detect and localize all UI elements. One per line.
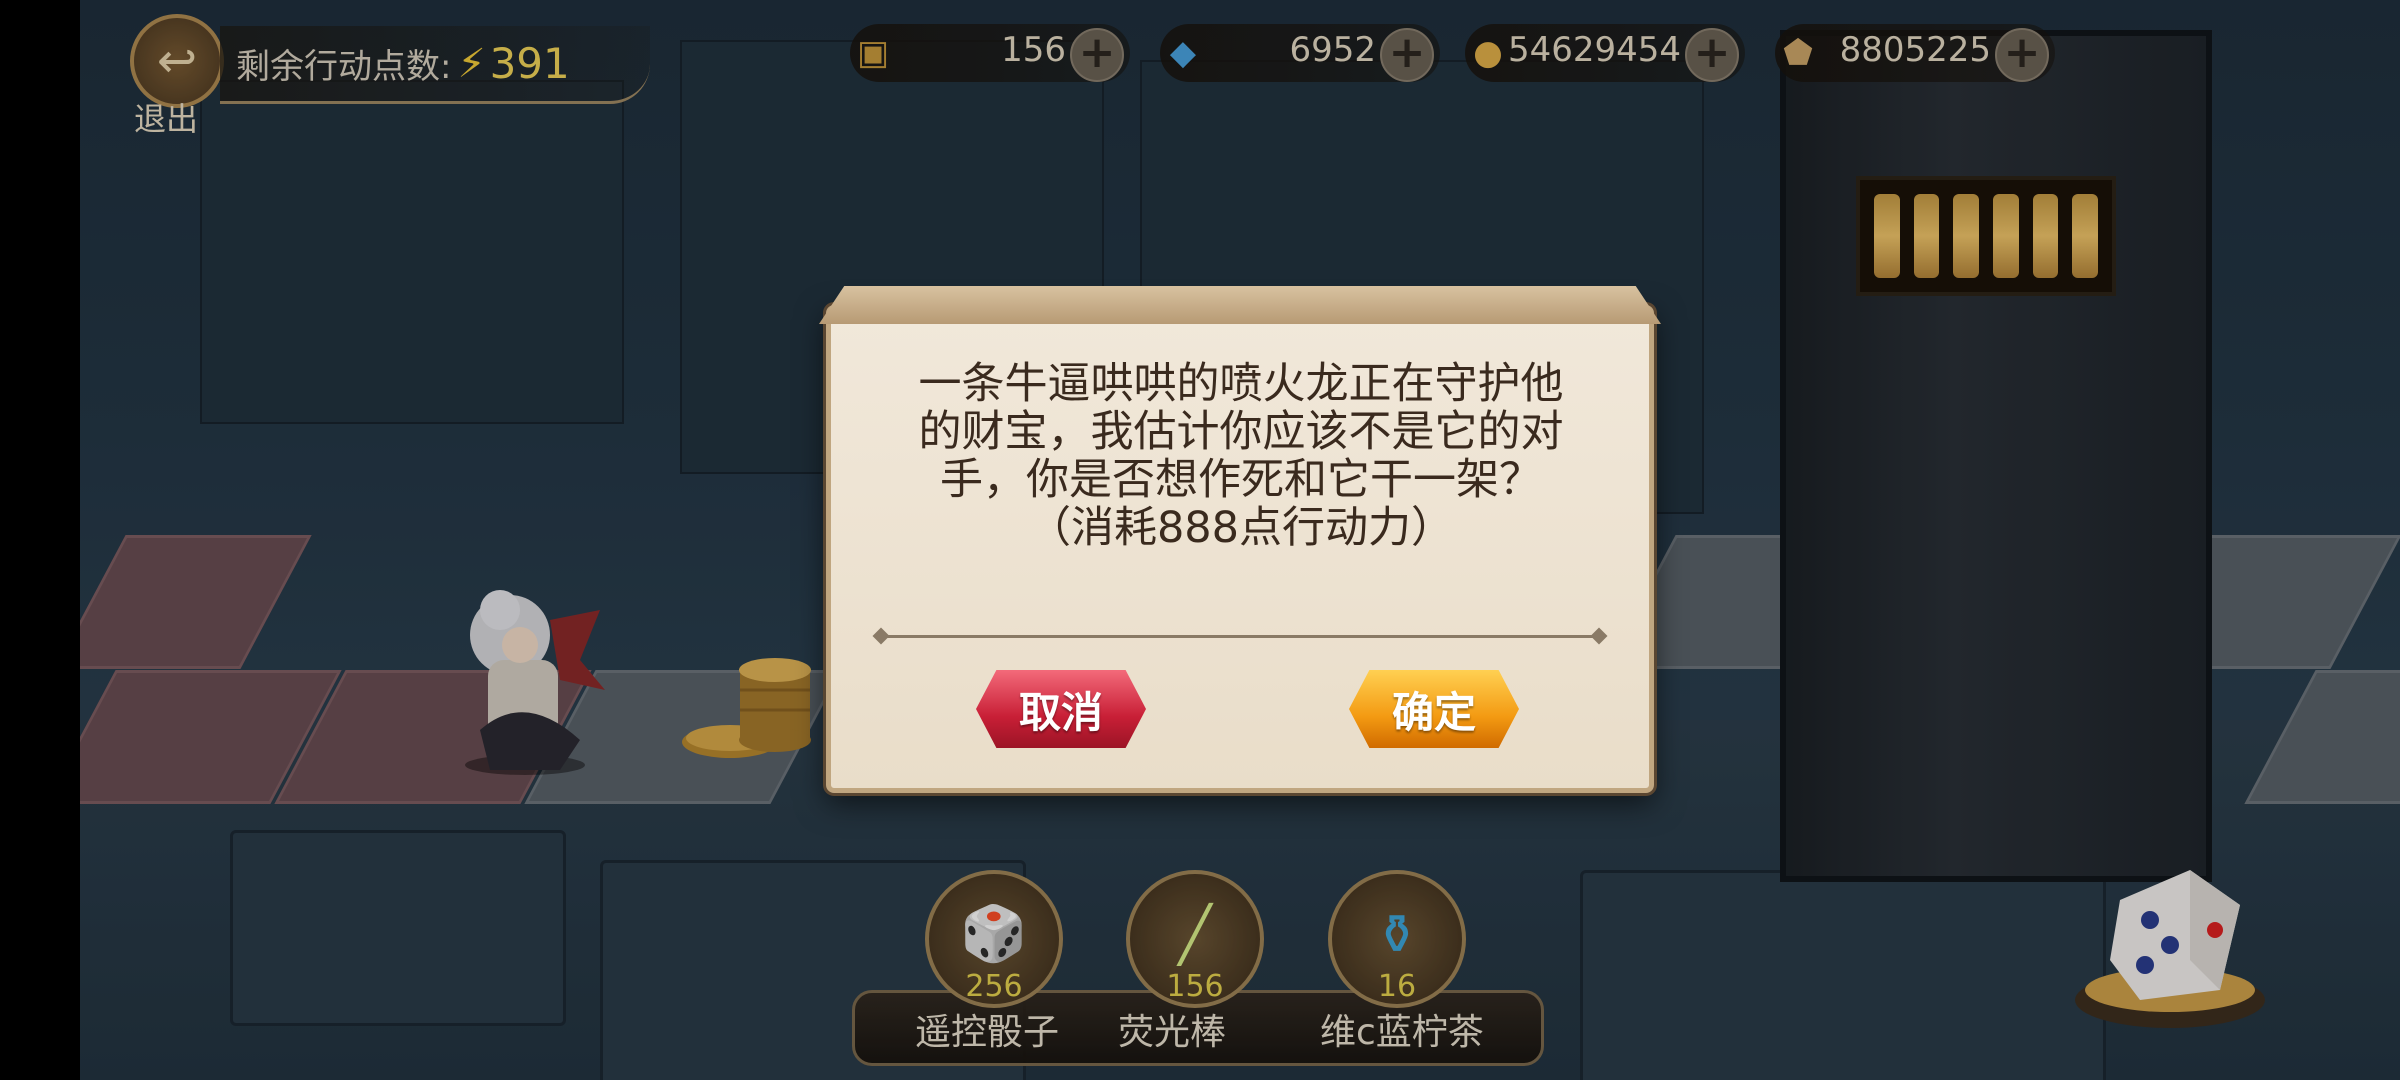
dialog-message: 一条牛逼哄哄的喷火龙正在守护他的财宝，我估计你应该不是它的对手，你是否想作死和它… [918,359,1564,553]
confirm-button[interactable]: 确定 [1349,670,1519,748]
dialog-header-ornament [819,286,1661,324]
cancel-button[interactable]: 取消 [976,670,1146,748]
confirm-dialog: 一条牛逼哄哄的喷火龙正在守护他的财宝，我估计你应该不是它的对手，你是否想作死和它… [819,286,1661,793]
dialog-divider [881,635,1599,638]
